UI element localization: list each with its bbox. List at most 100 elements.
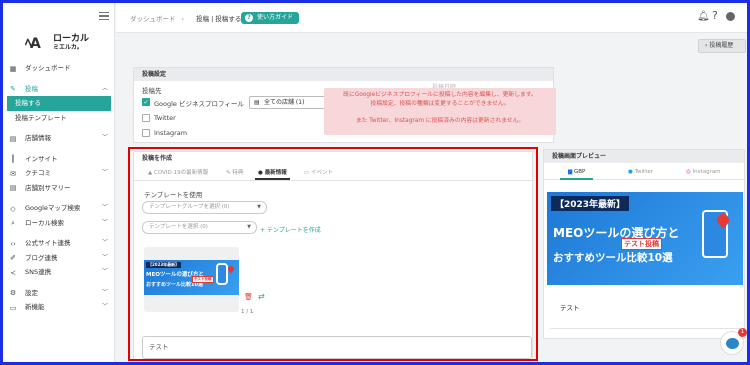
blog-icon: ✐ [10,254,16,262]
template-group-placeholder: テンプレートグループを選択 (0) [149,204,230,210]
warning-line: また Twitter、Instagram に投稿済みの内容は更新されません。 [355,117,525,124]
image-thumbnail[interactable]: 【2023年最新】 MEOツールの選び方と おすすめツール比較10選 テスト投稿 [144,247,239,312]
usage-guide-label: 使い方ガイド [257,14,294,21]
post-preview-title: 投稿画面プレビュー [544,150,744,163]
banner-subheadline: おすすめツール比較10選 [553,252,673,264]
twitter-checkbox-label: Twitter [154,114,176,122]
template-select[interactable]: テンプレートを選択 (0) ▼ [142,221,257,234]
chevron-down-icon: ﹀ [101,303,108,310]
menu-toggle-icon[interactable] [99,12,109,20]
chat-support-button[interactable]: 1 [720,328,747,355]
instagram-checkbox[interactable] [142,129,150,137]
post-history-button[interactable]: › 投稿履歴 [698,39,746,53]
chevron-down-icon: ﹀ [101,134,108,141]
review-icon: ✉ [10,169,16,178]
usage-guide-button[interactable]: ? 使い方ガイド [241,12,300,24]
store-select[interactable]: ▤ 全ての店舗 (1) [249,96,327,109]
instagram-checkbox-label: Instagram [154,129,188,137]
map-icon: ◇ [10,204,16,213]
warning-line: 既にGoogleビジネスプロフィールに投稿した内容を編集し、更新します。 [343,92,537,98]
sidebar-item-label: SNS連携 [25,268,52,276]
chevron-up-icon: ︿ [101,84,108,92]
chevron-down-icon: ﹀ [101,218,108,226]
banner-overlay: テスト投稿 [621,238,662,250]
sidebar-item-sns-link[interactable]: ≺ SNS連携 ﹀ [3,265,115,280]
caret-down-icon: ▼ [257,204,261,210]
tab-latest-info[interactable]: ● 最新情報 [255,168,290,180]
sidebar-item-label: 新機能 [25,303,45,311]
tab-label: Instagram [692,169,721,175]
edit-icon: ✎ [10,85,16,93]
logo[interactable]: ﾍA ローカル ミエルカ。 [25,31,95,52]
sidebar-item-blog-link[interactable]: ✐ ブログ連携 ﹀ [3,251,115,266]
settings-icon: ⚙ [9,289,17,297]
tag-icon: ✎ [226,170,231,176]
sidebar-item-post-create[interactable]: 投稿する [7,96,111,111]
sidebar-item-store-summary[interactable]: ▤ 店舗別サマリー [3,181,115,196]
sidebar-item-store-info[interactable]: ▤ 店舗情報 ﹀ [3,131,115,146]
chevron-down-icon: ﹀ [101,268,108,275]
sidebar-item-label: 投稿テンプレート [15,113,67,122]
new-icon: ▭ [9,303,17,312]
preview-tabs: ▆ GBP ● Twitter ◎ Instagram [544,166,746,180]
tab-preview-instagram[interactable]: ◎ Instagram [686,169,721,175]
tab-label: COVID-19の最新情報 [153,170,209,176]
template-label: テンプレートを使用 [144,191,203,199]
sidebar-item-label: インサイト [25,154,58,163]
sidebar-item-insight[interactable]: ┃ インサイト [3,152,115,167]
template-group-select[interactable]: テンプレートグループを選択 (0) ▼ [142,201,267,214]
sidebar-item-post-template[interactable]: 投稿テンプレート [3,111,115,126]
topbar: ダッシュボード › 投稿 | 投稿する ? 使い方ガイド 🔔︎ ? [116,3,747,33]
tab-preview-gbp[interactable]: ▆ GBP [559,169,594,180]
dashboard-icon: ▦ [9,64,17,73]
chat-badge: 1 [738,328,747,337]
breadcrumb: ダッシュボード › 投稿 | 投稿する [130,13,241,23]
sidebar-item-post[interactable]: ✎ 投稿 ︿ [3,82,115,97]
sidebar-item-local-search[interactable]: ⌕ ローカル検索 ﹀ [3,216,115,231]
sidebar-item-site-link[interactable]: ‹› 公式サイト連携 ﹀ [3,236,115,251]
breadcrumb-home[interactable]: ダッシュボード [130,15,176,23]
tab-event[interactable]: ▭ イベント [304,168,333,176]
sidebar-item-label: 店舗情報 [25,134,51,142]
swap-icon[interactable]: ⇄ [258,292,265,301]
post-text-input[interactable]: テスト [142,336,532,359]
tab-covid[interactable]: ▲ COVID-19の最新情報 [148,168,208,176]
sidebar-item-dashboard[interactable]: ▦ ダッシュボード [3,61,115,76]
banner-overlay: テスト投稿 [192,276,214,283]
sidebar-item-google-map-search[interactable]: ◇ Googleマップ検索 ﹀ [3,201,115,216]
tab-preview-twitter[interactable]: ● Twitter [628,169,653,175]
sidebar-item-label: 投稿 [25,84,38,93]
calendar-icon: ▭ [304,170,310,176]
post-preview-panel: 投稿画面プレビュー ▆ GBP ● Twitter ◎ Instagram 【2… [543,149,746,339]
breadcrumb-separator: › [181,15,185,23]
create-post-panel: 投稿を作成 ▲ COVID-19の最新情報 ✎ 特典 ● 最新情報 ▭ イベント… [133,151,534,361]
twitter-checkbox[interactable] [142,114,150,122]
logo-mark: ﾍA [25,36,41,52]
sidebar-item-settings[interactable]: ⚙ 設定 ﹀ [3,286,115,301]
chevron-down-icon: ﹀ [101,169,108,176]
local-search-icon: ⌕ [11,219,15,227]
tab-label: Twitter [634,169,653,175]
add-template-link[interactable]: + テンプレートを作成 [260,225,321,234]
sidebar-item-new-features[interactable]: ▭ 新機能 ﹀ [3,300,115,315]
preview-banner-image: 【2023年最新】 MEOツールの選び方と おすすめツール比較10選 テスト投稿 [547,192,743,285]
phone-illustration [216,263,228,285]
post-text-value: テスト [149,343,169,351]
logo-subname: ミエルカ。 [53,44,83,51]
tab-offer[interactable]: ✎ 特典 [226,168,243,176]
tab-label: イベント [310,170,333,176]
preview-text: テスト [560,304,580,312]
gbp-checkbox[interactable]: ✓ [142,98,150,106]
info-icon: ● [258,170,263,176]
divider [550,328,740,329]
avatar[interactable] [726,12,735,21]
chevron-down-icon: ﹀ [101,239,108,246]
sidebar-item-reviews[interactable]: ✉ クチコミ ﹀ [3,166,115,181]
trash-icon[interactable]: 🗑︎ [244,293,253,301]
sidebar: ﾍA ローカル ミエルカ。 ▦ ダッシュボード ✎ 投稿 ︿ 投稿する 投稿テン… [3,3,115,362]
help-icon[interactable]: ? [712,9,718,22]
chevron-down-icon: ﹀ [101,253,108,261]
bell-icon[interactable]: 🔔︎ [697,11,710,22]
sidebar-item-label: ブログ連携 [25,253,58,262]
sidebar-item-label: 店舗別サマリー [25,183,71,192]
